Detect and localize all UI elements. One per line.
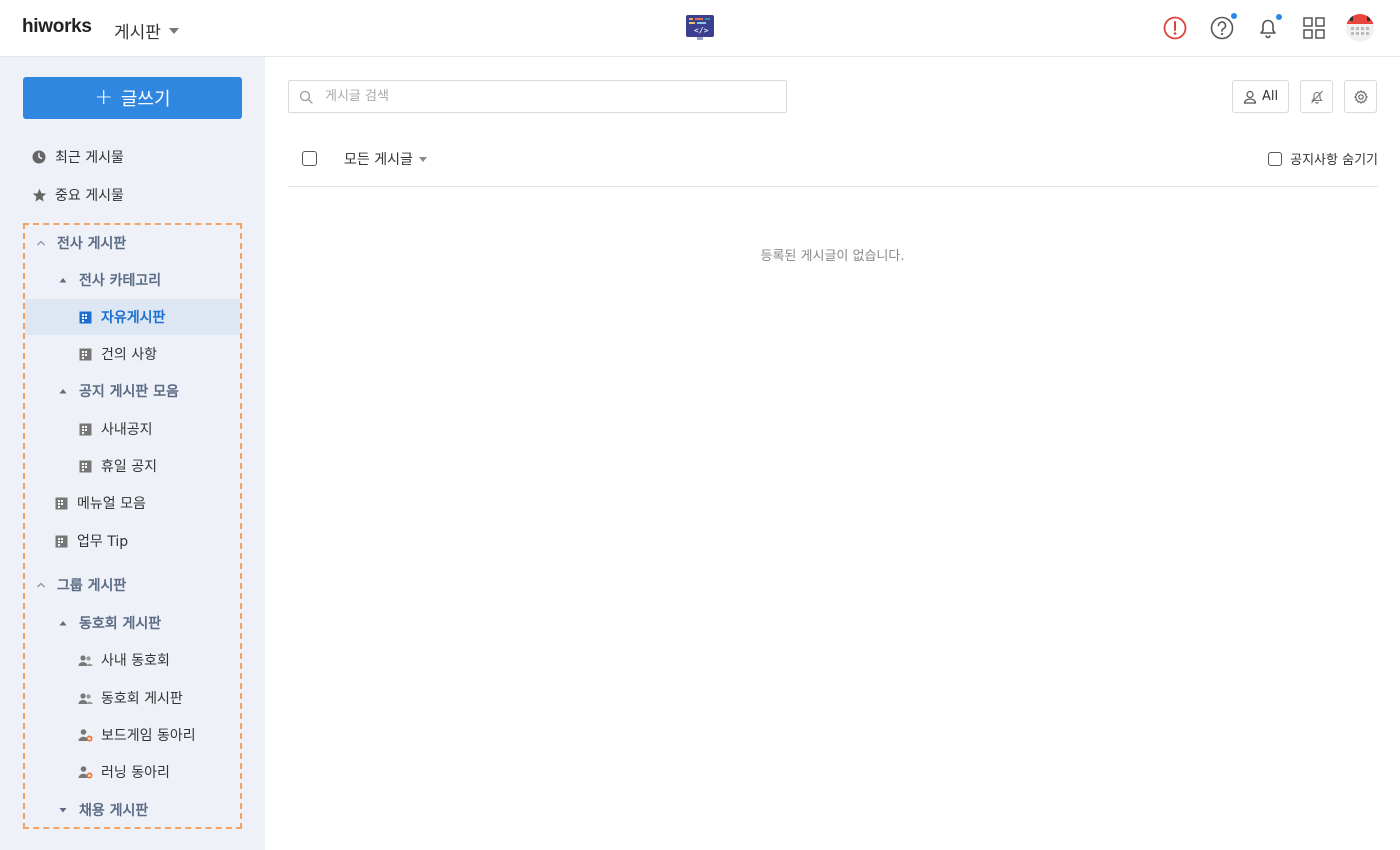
settings-button[interactable] (1344, 80, 1377, 113)
tree-item-label: 전사 카테고리 (79, 273, 162, 289)
notifications-button[interactable] (1254, 14, 1282, 42)
board-app-icon: </> (686, 15, 714, 40)
post-filter-dropdown[interactable]: 모든 게시글 (344, 149, 427, 169)
recent-posts-label: 최근 게시물 (55, 150, 124, 166)
user-lock-icon (77, 764, 93, 780)
mute-notifications-button[interactable] (1300, 80, 1333, 113)
tree-item-label: 건의 사항 (101, 347, 157, 363)
hide-notice-toggle[interactable]: 공지사항 숨기기 (1268, 149, 1378, 168)
help-button[interactable] (1208, 13, 1237, 42)
clock-icon (31, 149, 47, 165)
tree-item-label: 채용 게시판 (79, 803, 149, 819)
tree-item-15-toggle[interactable]: 채용 게시판 (25, 792, 240, 828)
post-filter-label: 모든 게시글 (344, 152, 413, 168)
triangle-up-icon (55, 615, 71, 631)
user-icon (1243, 90, 1257, 104)
plus-icon: + (94, 85, 113, 110)
triangle-down-icon (55, 802, 71, 818)
svg-text:</>: </> (694, 26, 709, 35)
star-icon (31, 187, 47, 203)
main-content: All 모든 게시글 공지사항 숨기기 등록된 게시글이 없습니다. (265, 57, 1400, 850)
top-header: hiworks 게시판 </> (0, 0, 1400, 57)
tree-item-3[interactable]: 건의 사항 (25, 336, 240, 372)
tree-item-label: 공지 게시판 모음 (79, 384, 179, 400)
caret-down-icon (168, 27, 179, 34)
chevron-up-icon (33, 577, 49, 593)
tree-item-12[interactable]: 동호회 게시판 (25, 680, 240, 716)
tree-item-10-toggle[interactable]: 동호회 게시판 (25, 605, 240, 641)
tree-item-label: 휴일 공지 (101, 459, 157, 475)
search-bar (288, 80, 787, 113)
tree-item-8[interactable]: 업무 Tip (25, 523, 240, 559)
select-all-checkbox[interactable] (302, 151, 317, 166)
tree-item-label: 동호회 게시판 (101, 691, 183, 707)
tree-item-label: 동호회 게시판 (79, 616, 162, 632)
tree-item-label: 보드게임 동아리 (101, 728, 196, 744)
author-filter-label: All (1261, 89, 1279, 104)
alert-icon[interactable] (1161, 14, 1189, 42)
tree-item-9-toggle[interactable]: 그룹 게시판 (25, 567, 240, 603)
search-input[interactable] (325, 89, 765, 104)
tree-item-label: 사내공지 (101, 422, 153, 438)
board-icon (77, 346, 93, 362)
notification-dot (1231, 13, 1237, 19)
caret-down-icon (418, 156, 427, 162)
tree-item-6[interactable]: 휴일 공지 (25, 448, 240, 484)
board-tree: 전사 게시판전사 카테고리자유게시판건의 사항공지 게시판 모음사내공지휴일 공… (23, 223, 242, 829)
tree-item-7[interactable]: 메뉴얼 모음 (25, 485, 240, 521)
recent-posts-link[interactable]: 최근 게시물 (0, 140, 265, 174)
list-header: 모든 게시글 공지사항 숨기기 (288, 137, 1378, 187)
app-name: 게시판 (114, 23, 161, 43)
sidebar: + 글쓰기 최근 게시물 중요 게시물 전사 게시판전사 카테고리자유게시판건의… (0, 57, 265, 850)
write-post-button[interactable]: + 글쓰기 (23, 77, 242, 119)
important-posts-label: 중요 게시물 (55, 188, 124, 204)
write-post-label: 글쓰기 (120, 89, 171, 110)
search-icon (299, 90, 313, 104)
hiworks-logo[interactable]: hiworks (22, 16, 92, 38)
board-icon (77, 458, 93, 474)
users-icon (77, 690, 93, 706)
hide-notice-label: 공지사항 숨기기 (1290, 153, 1378, 168)
author-filter-button[interactable]: All (1232, 80, 1289, 113)
empty-state-message: 등록된 게시글이 없습니다. (760, 249, 905, 264)
apps-grid-icon[interactable] (1300, 14, 1328, 42)
notification-dot (1276, 14, 1282, 20)
tree-item-label: 메뉴얼 모음 (77, 496, 146, 512)
tree-item-label: 업무 Tip (77, 534, 129, 550)
avatar[interactable] (1345, 13, 1375, 43)
tree-item-1-toggle[interactable]: 전사 카테고리 (25, 262, 240, 298)
tree-item-4-toggle[interactable]: 공지 게시판 모음 (25, 373, 240, 409)
board-icon (77, 421, 93, 437)
important-posts-link[interactable]: 중요 게시물 (0, 178, 265, 212)
tree-item-2[interactable]: 자유게시판 (25, 299, 240, 335)
users-icon (77, 652, 93, 668)
board-icon (53, 495, 69, 511)
tree-item-label: 자유게시판 (101, 310, 166, 326)
user-lock-icon (77, 727, 93, 743)
bell-off-icon (1310, 90, 1323, 104)
board-icon (53, 533, 69, 549)
tree-item-11[interactable]: 사내 동호회 (25, 642, 240, 678)
hide-notice-checkbox[interactable] (1268, 151, 1283, 166)
triangle-up-icon (55, 272, 71, 288)
tree-item-label: 전사 게시판 (57, 236, 127, 252)
tree-item-5[interactable]: 사내공지 (25, 411, 240, 447)
tree-item-13[interactable]: 보드게임 동아리 (25, 717, 240, 753)
chevron-up-icon (33, 235, 49, 251)
gear-icon (1353, 89, 1368, 104)
tree-item-label: 사내 동호회 (101, 653, 170, 669)
tree-item-0-toggle[interactable]: 전사 게시판 (25, 225, 240, 261)
board-icon (77, 309, 93, 325)
tree-item-label: 그룹 게시판 (57, 578, 127, 594)
tree-item-label: 러닝 동아리 (101, 765, 170, 781)
triangle-up-icon (55, 383, 71, 399)
tree-item-14[interactable]: 러닝 동아리 (25, 754, 240, 790)
app-switcher[interactable]: 게시판 (114, 18, 179, 43)
